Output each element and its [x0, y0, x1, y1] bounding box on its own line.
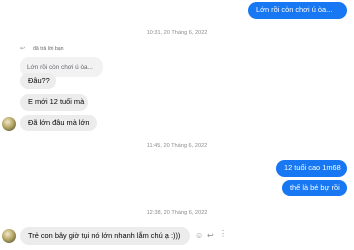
incoming-message[interactable]: Trẻ con bây giờ tụi nó lớn nhanh lắm chú… [20, 227, 190, 245]
avatar[interactable] [2, 117, 16, 131]
outgoing-message[interactable]: 12 tuổi cao 1m68 [276, 160, 347, 177]
more-icon[interactable]: ⋮ [219, 229, 227, 238]
message-text: Lớn rồi còn chơi ú òa... [256, 5, 333, 15]
timestamp: 11:45, 20 Tháng 6, 2022 [146, 143, 208, 149]
outgoing-message[interactable]: thế là bé bự rồi [282, 180, 347, 196]
message-text: Đâu?? [28, 75, 50, 85]
message-text: Trẻ con bây giờ tụi nó lớn nhanh lắm chú… [28, 230, 181, 240]
avatar[interactable] [2, 229, 16, 243]
reply-arrow-icon: ↩ [20, 46, 26, 52]
outgoing-message[interactable]: Lớn rồi còn chơi ú òa... [248, 2, 347, 19]
message-text: thế là bé bự rồi [290, 182, 340, 192]
message-text: Đã lớn đâu mà lớn [28, 117, 90, 127]
message-text: E mới 12 tuổi mà [28, 97, 85, 107]
timestamp: 10:31, 20 Tháng 6, 2022 [146, 30, 208, 36]
incoming-message[interactable]: Đã lớn đâu mà lớn [20, 115, 97, 131]
timestamp: 12:38, 20 Tháng 6, 2022 [146, 210, 208, 216]
reply-label: đã trả lời bạn [33, 46, 64, 52]
reply-icon[interactable]: ↩ [207, 231, 214, 240]
incoming-message[interactable]: E mới 12 tuổi mà [20, 94, 88, 111]
message-text: 12 tuổi cao 1m68 [284, 163, 341, 173]
smiley-icon[interactable]: ☺ [195, 231, 203, 240]
incoming-message[interactable]: Đâu?? [20, 73, 56, 89]
quoted-text: Lớn rồi còn chơi ú òa... [27, 63, 93, 71]
